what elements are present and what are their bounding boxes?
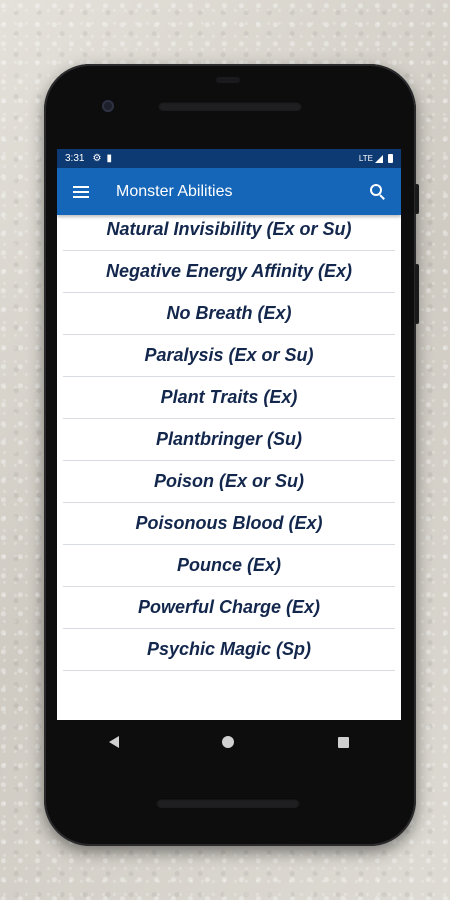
abilities-list: Natural Invisibility (Ex or Su) Negative…: [57, 209, 401, 671]
back-icon[interactable]: [108, 736, 119, 748]
app-bar: Monster Abilities: [57, 168, 401, 215]
list-item[interactable]: Negative Energy Affinity (Ex): [63, 251, 395, 293]
hamburger-menu-icon[interactable]: [73, 185, 89, 198]
list-item[interactable]: Plant Traits (Ex): [63, 377, 395, 419]
search-icon[interactable]: [367, 181, 389, 203]
home-icon[interactable]: [222, 736, 235, 748]
earpiece-speaker: [158, 101, 302, 111]
sd-card-icon: ▮: [106, 153, 112, 164]
signal-icon: [375, 154, 383, 163]
sensor: [216, 77, 240, 83]
list-item[interactable]: Paralysis (Ex or Su): [63, 335, 395, 377]
system-nav-bar: [57, 720, 401, 764]
list-item[interactable]: Pounce (Ex): [63, 545, 395, 587]
status-time: 3:31: [65, 153, 85, 164]
list-item[interactable]: Poison (Ex or Su): [63, 461, 395, 503]
power-button: [415, 184, 419, 214]
battery-icon: [388, 154, 393, 163]
bottom-speaker: [156, 798, 300, 808]
list-item[interactable]: Poisonous Blood (Ex): [63, 503, 395, 545]
list-item[interactable]: Psychic Magic (Sp): [63, 629, 395, 671]
gear-icon: ⚙: [92, 153, 102, 164]
volume-button: [415, 264, 419, 324]
recent-apps-icon[interactable]: [338, 736, 350, 748]
front-camera-icon: [102, 100, 114, 112]
app-screen: 3:31 ⚙ ▮ LTE Monster Abilities Natural I…: [57, 149, 401, 720]
list-item[interactable]: Natural Invisibility (Ex or Su): [63, 209, 395, 251]
network-type: LTE: [358, 154, 373, 163]
list-item[interactable]: No Breath (Ex): [63, 293, 395, 335]
list-item[interactable]: Powerful Charge (Ex): [63, 587, 395, 629]
list-item[interactable]: Plantbringer (Su): [63, 419, 395, 461]
status-bar: 3:31 ⚙ ▮ LTE: [57, 149, 401, 168]
page-title: Monster Abilities: [116, 182, 233, 200]
